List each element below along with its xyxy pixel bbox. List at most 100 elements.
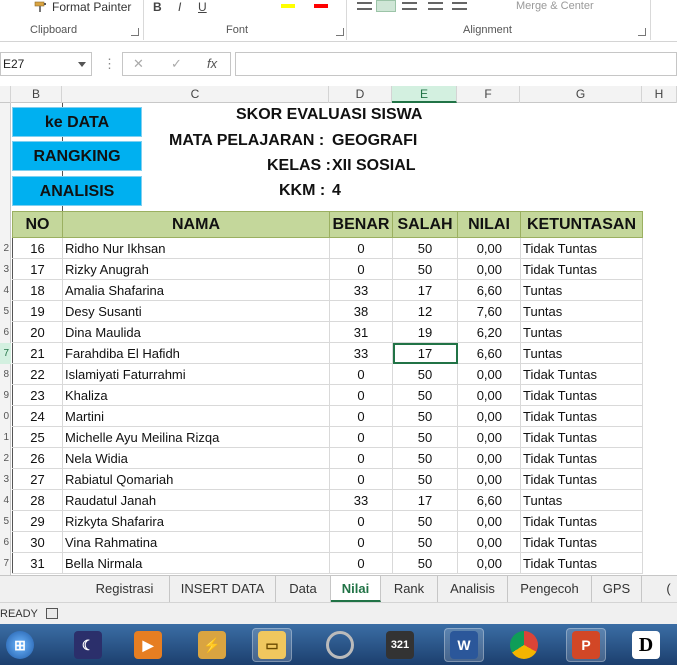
cell-salah[interactable]: 50 [392,363,458,385]
cell-no[interactable]: 19 [12,300,63,322]
row-header[interactable]: 2 [0,448,11,469]
cell-salah[interactable]: 50 [392,405,458,427]
cell-no[interactable]: 23 [12,384,63,406]
name-box[interactable]: E27 [0,52,92,76]
alignment-launcher-icon[interactable] [638,28,646,36]
tab-nilai[interactable]: Nilai [331,576,381,602]
row-header[interactable]: 5 [0,301,11,322]
underline-button[interactable]: U [198,0,207,14]
cell-nama[interactable]: Martini [62,405,330,427]
align-left-icon[interactable] [357,2,372,10]
night-sky-app-icon[interactable]: ☾ [68,628,108,662]
app-d-icon[interactable]: D [626,628,666,662]
rangking-button[interactable]: RANGKING [12,141,142,171]
bold-button[interactable]: B [153,0,162,14]
cell-no[interactable]: 25 [12,426,63,448]
row-header[interactable]: 7 [0,553,11,574]
increase-indent-icon[interactable] [452,2,467,10]
row-header[interactable]: 8 [0,364,11,385]
cell-nilai[interactable]: 0,00 [457,552,521,574]
cell-benar[interactable]: 33 [329,279,393,301]
cell-benar[interactable]: 0 [329,237,393,259]
cell-benar[interactable]: 31 [329,321,393,343]
formula-input[interactable] [235,52,677,76]
cell-ketuntasan[interactable]: Tidak Tuntas [520,531,643,553]
insert-function-icon[interactable]: fx [207,56,217,71]
column-header-e[interactable]: E [392,86,457,103]
format-painter-icon[interactable] [34,1,48,13]
column-header-g[interactable]: G [520,86,642,103]
cell-ketuntasan[interactable]: Tidak Tuntas [520,405,643,427]
cell-nama[interactable]: Dina Maulida [62,321,330,343]
cell-nama[interactable]: Rizkyta Shafarira [62,510,330,532]
cell-salah[interactable]: 50 [392,384,458,406]
cell-salah[interactable]: 19 [392,321,458,343]
cell-no[interactable]: 24 [12,405,63,427]
cell-ketuntasan[interactable]: Tidak Tuntas [520,510,643,532]
cell-nama[interactable]: Ridho Nur Ikhsan [62,237,330,259]
cell-ketuntasan[interactable]: Tuntas [520,342,643,364]
row-header[interactable]: 2 [0,238,11,259]
cell-benar[interactable]: 33 [329,489,393,511]
cell-nama[interactable]: Raudatul Janah [62,489,330,511]
cell-benar[interactable]: 0 [329,426,393,448]
highlight-color-icon[interactable] [281,4,295,8]
cell-benar[interactable]: 0 [329,258,393,280]
cell-benar[interactable]: 0 [329,531,393,553]
row-header[interactable]: 1 [0,427,11,448]
cell-benar[interactable]: 0 [329,363,393,385]
row-header[interactable]: 6 [0,532,11,553]
cell-nilai[interactable]: 7,60 [457,300,521,322]
decrease-indent-icon[interactable] [428,2,443,10]
header-ketuntasan[interactable]: KETUNTASAN [520,211,643,238]
cell-salah[interactable]: 50 [392,552,458,574]
cell-no[interactable]: 26 [12,447,63,469]
cell-ketuntasan[interactable]: Tidak Tuntas [520,468,643,490]
cell-benar[interactable]: 0 [329,405,393,427]
cell-benar[interactable]: 38 [329,300,393,322]
chevron-down-icon[interactable] [78,62,86,67]
cell-ketuntasan[interactable]: Tidak Tuntas [520,363,643,385]
align-center-icon[interactable] [376,0,396,12]
scroll-tabs-right-icon[interactable]: ( [660,576,677,602]
clipboard-launcher-icon[interactable] [131,28,139,36]
cell-nilai[interactable]: 0,00 [457,258,521,280]
file-explorer-icon[interactable]: ▭ [252,628,292,662]
cell-no[interactable]: 27 [12,468,63,490]
cell-salah[interactable]: 50 [392,426,458,448]
tab-gps[interactable]: GPS [592,576,642,602]
select-all-corner[interactable] [0,86,11,103]
cell-no[interactable]: 20 [12,321,63,343]
cell-ketuntasan[interactable]: Tidak Tuntas [520,447,643,469]
cell-no[interactable]: 28 [12,489,63,511]
cell-salah[interactable]: 17 [392,489,458,511]
column-header-h[interactable]: H [642,86,677,103]
header-nama[interactable]: NAMA [62,211,330,238]
powerpoint-icon[interactable]: P [566,628,606,662]
cell-nama[interactable]: Farahdiba El Hafidh [62,342,330,364]
cell-nilai[interactable]: 6,60 [457,279,521,301]
macro-recording-icon[interactable] [46,608,58,619]
row-header[interactable]: 3 [0,259,11,280]
cell-nama[interactable]: Nela Widia [62,447,330,469]
cell-benar[interactable]: 0 [329,552,393,574]
cell-nilai[interactable]: 0,00 [457,426,521,448]
tab-registrasi[interactable]: Registrasi [80,576,170,602]
media-player-icon[interactable]: ▶ [128,628,168,662]
cell-no[interactable]: 17 [12,258,63,280]
video-player-321-icon[interactable]: 321 [380,628,420,662]
cell-nama[interactable]: Islamiyati Faturrahmi [62,363,330,385]
cell-salah[interactable]: 17 [392,342,458,364]
column-header-b[interactable]: B [11,86,62,103]
tab-pengecoh[interactable]: Pengecoh [508,576,592,602]
row-header[interactable]: 4 [0,490,11,511]
cell-nama[interactable]: Rabiatul Qomariah [62,468,330,490]
cell-benar[interactable]: 0 [329,447,393,469]
cell-salah[interactable]: 50 [392,510,458,532]
enter-icon[interactable]: ✓ [171,56,182,72]
tab-insert-data[interactable]: INSERT DATA [170,576,276,602]
cell-ketuntasan[interactable]: Tuntas [520,300,643,322]
cell-nama[interactable]: Vina Rahmatina [62,531,330,553]
merge-center-button[interactable]: Merge & Center [516,0,594,12]
row-header[interactable]: 7 [0,343,11,364]
